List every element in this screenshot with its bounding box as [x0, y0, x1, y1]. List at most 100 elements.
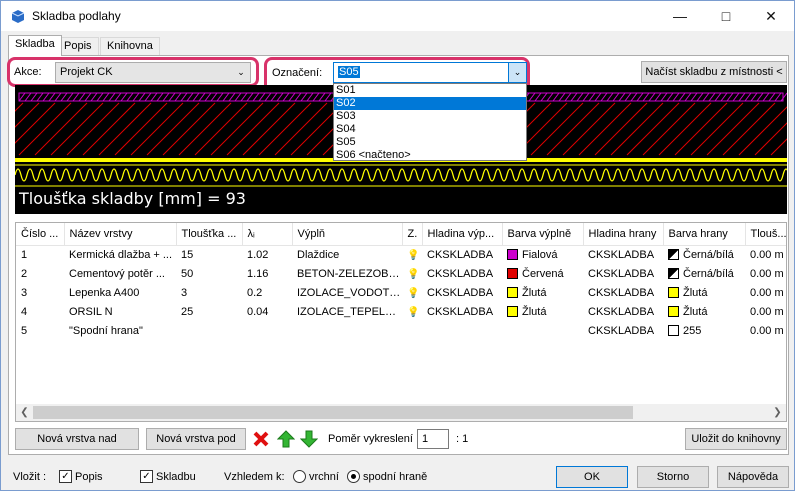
cell-edge-color: Žlutá: [663, 283, 745, 302]
tile-hatch: [150, 92, 158, 102]
radio-bottom[interactable]: [347, 470, 360, 483]
cell-edge-color: 255: [663, 321, 745, 340]
tile-hatch: [774, 92, 782, 102]
tile-hatch: [660, 92, 668, 102]
dropdown-option[interactable]: S03: [334, 110, 526, 123]
skladbu-checkbox[interactable]: ✓: [140, 470, 153, 483]
radio-top[interactable]: [293, 470, 306, 483]
tile-hatch: [630, 92, 638, 102]
akce-select[interactable]: Projekt CK ⌄: [55, 62, 251, 83]
column-header[interactable]: Z.: [402, 223, 423, 246]
cell-fill-color: Fialová: [502, 245, 583, 264]
tile-hatch: [294, 92, 302, 102]
edge-color-name: 255: [683, 324, 702, 337]
tile-hatch: [264, 92, 272, 102]
cell-thickness: 25: [181, 305, 194, 318]
tab-skladba[interactable]: Skladba: [8, 35, 62, 56]
tile-hatch: [540, 92, 548, 102]
cell-layer-name: Cementový potěr ...: [69, 267, 165, 280]
tile-hatch: [612, 92, 620, 102]
new-layer-below-button[interactable]: Nová vrstva pod: [146, 428, 246, 450]
column-header[interactable]: Hladina hrany: [583, 223, 664, 246]
concrete-hatch: [15, 102, 24, 112]
lightbulb-icon[interactable]: 💡: [407, 269, 419, 280]
help-button[interactable]: Nápověda: [717, 466, 789, 488]
lightbulb-icon[interactable]: 💡: [407, 288, 419, 299]
scroll-right-icon[interactable]: ❯: [769, 404, 786, 421]
insulation-layer: [15, 168, 787, 182]
ok-button[interactable]: OK: [556, 466, 628, 488]
table-row[interactable]: 1 Kermická dlažba + ... 15 1.02 Dlaždice 💡 CKS…: [16, 245, 786, 264]
fill-color-name: Žlutá: [522, 286, 547, 299]
concrete-hatch: [114, 102, 168, 156]
maximize-icon[interactable]: □: [703, 1, 749, 31]
cell-number: 5: [21, 324, 28, 337]
scroll-left-icon[interactable]: ❮: [16, 404, 33, 421]
minimize-icon[interactable]: —: [657, 1, 703, 31]
move-up-icon[interactable]: [276, 429, 296, 449]
new-layer-above-button[interactable]: Nová vrstva nad: [15, 428, 139, 450]
table-row[interactable]: 5 "Spodní hrana" CKSKLADBA 255 0.00 m: [16, 321, 786, 340]
cell-visibility: 💡: [402, 264, 422, 283]
column-header[interactable]: Výplň: [292, 223, 403, 246]
column-header[interactable]: Hladina výp...: [422, 223, 503, 246]
column-header[interactable]: Tloušťka ...: [176, 223, 243, 246]
tile-hatch: [708, 92, 716, 102]
cell-visibility: 💡: [402, 245, 422, 264]
dropdown-option[interactable]: S01: [334, 84, 526, 97]
tile-hatch: [96, 92, 104, 102]
cell-lambda: 0.2: [247, 286, 263, 299]
scrollbar-thumb[interactable]: [33, 406, 633, 419]
column-header[interactable]: λᵢ: [242, 223, 293, 246]
tile-hatch: [318, 92, 326, 102]
move-down-icon[interactable]: [299, 429, 319, 449]
tile-hatch: [552, 92, 560, 102]
dialog-window: Skladba podlahy — □ ✕ Skladba Popis Knih…: [0, 0, 795, 491]
tile-hatch: [210, 92, 218, 102]
cancel-button[interactable]: Storno: [637, 466, 709, 488]
horizontal-scrollbar[interactable]: ❮ ❯: [16, 404, 786, 421]
table-row[interactable]: 3 Lepenka A400 3 0.2 IZOLACE_VODOTE... 💡 CKSKL…: [16, 283, 786, 302]
concrete-hatch: [770, 138, 787, 156]
column-header[interactable]: Název vrstvy: [64, 223, 177, 246]
concrete-hatch: [546, 102, 600, 156]
tile-hatch: [156, 92, 164, 102]
concrete-hatch: [130, 102, 184, 156]
column-header[interactable]: Číslo ...: [16, 223, 65, 246]
column-header[interactable]: Tlouš...: [745, 223, 786, 246]
concrete-hatch: [66, 102, 120, 156]
tile-hatch: [222, 92, 230, 102]
concrete-hatch: [274, 102, 328, 156]
cell-edge-color: Černá/bílá: [663, 245, 745, 264]
tile-hatch: [204, 92, 212, 102]
column-header[interactable]: Barva výplně: [502, 223, 584, 246]
tile-hatch: [726, 92, 734, 102]
popis-checkbox[interactable]: ✓: [59, 470, 72, 483]
close-icon[interactable]: ✕: [748, 1, 794, 31]
tab-popis[interactable]: Popis: [57, 37, 99, 55]
dropdown-option[interactable]: S05: [334, 136, 526, 149]
scale-input[interactable]: 1: [417, 429, 449, 449]
chevron-down-icon: ⌄: [237, 67, 245, 77]
lightbulb-icon[interactable]: 💡: [407, 307, 419, 318]
delete-icon[interactable]: [251, 429, 271, 449]
concrete-hatch: [690, 102, 744, 156]
dropdown-option[interactable]: S02: [334, 97, 526, 110]
column-header[interactable]: Barva hrany: [663, 223, 746, 246]
concrete-hatch: [242, 102, 296, 156]
tile-hatch: [654, 92, 662, 102]
dropdown-option[interactable]: S04: [334, 123, 526, 136]
oznaceni-select[interactable]: S05 ⌄: [333, 62, 527, 83]
tab-knihovna[interactable]: Knihovna: [100, 37, 160, 55]
dropdown-option[interactable]: S06 <načteno>: [334, 149, 526, 162]
concrete-hatch: [674, 102, 728, 156]
cell-thickness-2: 0.00 m: [750, 286, 784, 299]
tile-hatch: [162, 92, 170, 102]
lightbulb-icon[interactable]: 💡: [407, 250, 419, 261]
save-to-library-button[interactable]: Uložit do knihovny: [685, 428, 787, 450]
cell-fill: Dlaždice: [297, 248, 340, 261]
table-row[interactable]: 4 ORSIL N 25 0.04 IZOLACE_TEPELNA_U 💡 CKSKLADB…: [16, 302, 786, 321]
table-row[interactable]: 2 Cementový potěr ... 50 1.16 BETON-ZELEZOBE…: [16, 264, 786, 283]
load-from-room-button[interactable]: Načíst skladbu z místnosti <: [641, 61, 787, 83]
tile-hatch: [282, 92, 290, 102]
